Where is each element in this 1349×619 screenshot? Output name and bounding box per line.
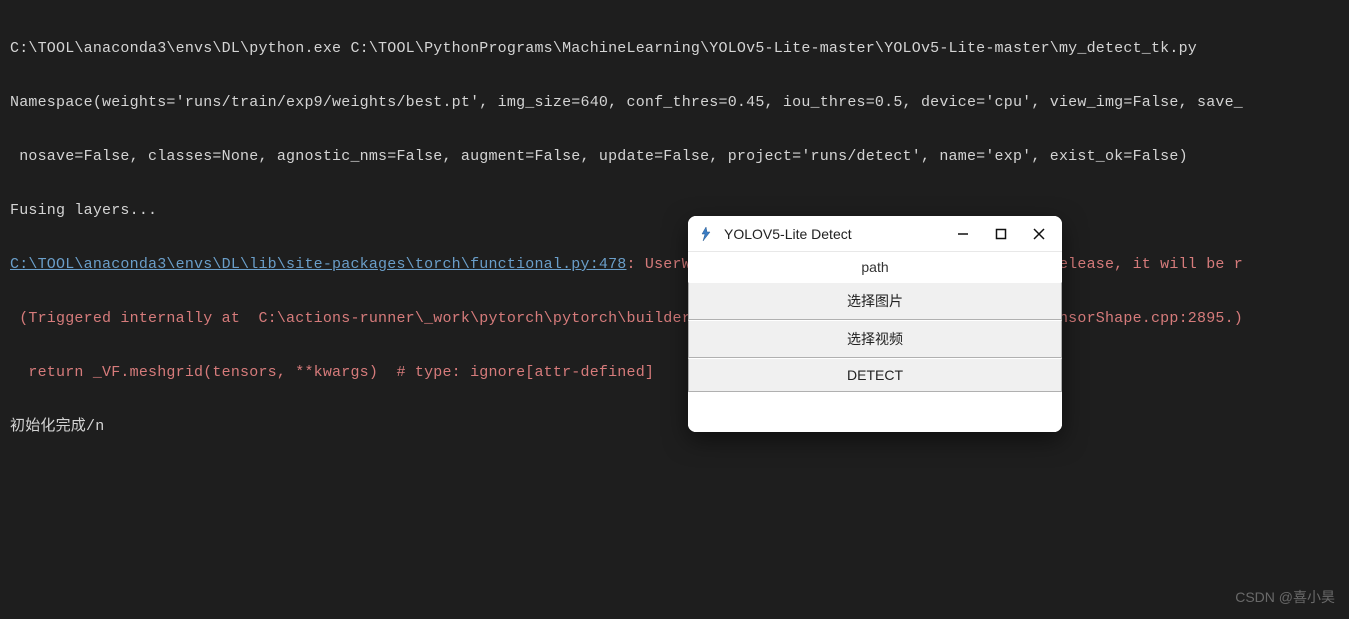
console-line: Namespace(weights='runs/train/exp9/weigh…: [10, 89, 1339, 116]
detect-button[interactable]: DETECT: [688, 358, 1062, 392]
tk-window: YOLOV5-Lite Detect path 选择图片 选择视频 DETECT: [688, 216, 1062, 432]
console-line: C:\TOOL\anaconda3\envs\DL\lib\site-packa…: [10, 251, 1339, 278]
titlebar[interactable]: YOLOV5-Lite Detect: [688, 216, 1062, 252]
warning-text: return _VF.meshgrid(tensors, **kwargs) #…: [10, 359, 1339, 386]
select-image-button[interactable]: 选择图片: [688, 282, 1062, 320]
path-label: path: [688, 252, 1062, 282]
console-line: nosave=False, classes=None, agnostic_nms…: [10, 143, 1339, 170]
empty-area: [688, 392, 1062, 432]
tk-body: path 选择图片 选择视频 DETECT: [688, 252, 1062, 432]
console-line: Fusing layers...: [10, 197, 1339, 224]
close-button[interactable]: [1030, 225, 1048, 243]
warning-text: (Triggered internally at C:\actions-runn…: [10, 305, 1339, 332]
traceback-link[interactable]: C:\TOOL\anaconda3\envs\DL\lib\site-packa…: [10, 256, 627, 273]
console-line: C:\TOOL\anaconda3\envs\DL\python.exe C:\…: [10, 35, 1339, 62]
terminal-output: C:\TOOL\anaconda3\envs\DL\python.exe C:\…: [0, 0, 1349, 475]
minimize-button[interactable]: [954, 225, 972, 243]
tk-feather-icon: [698, 226, 714, 242]
select-video-button[interactable]: 选择视频: [688, 320, 1062, 358]
maximize-button[interactable]: [992, 225, 1010, 243]
window-controls: [954, 225, 1048, 243]
window-title: YOLOV5-Lite Detect: [724, 226, 954, 242]
watermark: CSDN @喜小昊: [1235, 587, 1335, 607]
console-line: 初始化完成/n: [10, 413, 1339, 440]
